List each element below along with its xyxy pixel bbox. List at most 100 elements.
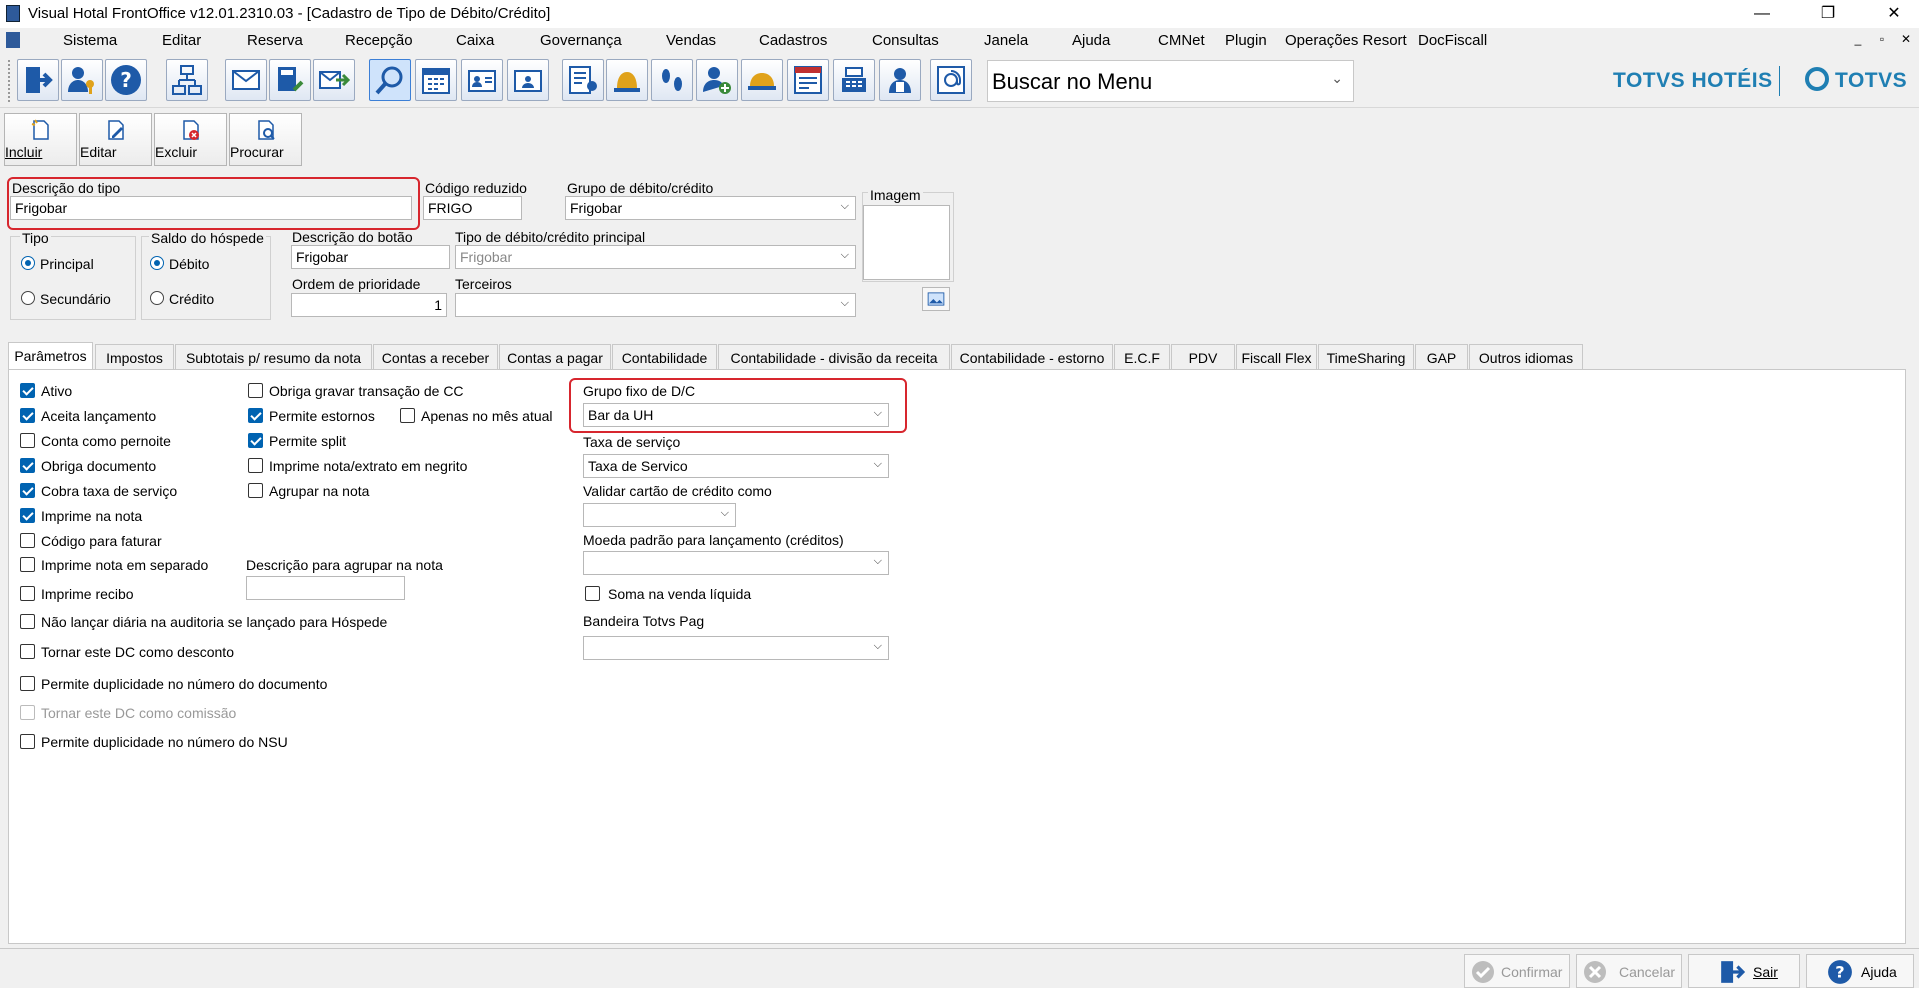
menu-editar[interactable]: Editar (162, 32, 201, 49)
close-button[interactable]: ✕ (1874, 2, 1914, 26)
service-bell-button[interactable] (741, 59, 783, 101)
cancelar-button[interactable]: Cancelar (1576, 954, 1682, 988)
mdi-minimize-button[interactable]: _ (1850, 32, 1866, 48)
obriga-documento-checkbox[interactable] (20, 458, 35, 473)
cobra-taxa-checkbox[interactable] (20, 483, 35, 498)
imprime-nota-checkbox[interactable] (20, 508, 35, 523)
rooms-list-button[interactable] (562, 59, 604, 101)
imprime-recibo-checkbox[interactable] (20, 586, 35, 601)
tab-contabilidade[interactable]: Contabilidade (612, 344, 717, 370)
dc-desconto-checkbox[interactable] (20, 644, 35, 659)
validar-cartao-select[interactable]: ⌵ (583, 503, 736, 527)
menu-plugin[interactable]: Plugin (1225, 32, 1267, 49)
calculator-button[interactable] (269, 59, 311, 101)
menu-search-select[interactable]: Buscar no Menu ⌄ (987, 60, 1354, 102)
bandeira-select[interactable]: ⌵ (583, 636, 889, 660)
tab-parametros[interactable]: Parâmetros (8, 342, 93, 370)
send-mail-button[interactable] (313, 59, 355, 101)
confirmar-button[interactable]: Confirmar (1464, 954, 1570, 988)
help-button[interactable]: ? (105, 59, 147, 101)
tipo-secundario-radio[interactable] (21, 291, 35, 305)
tab-pdv[interactable]: PDV (1171, 344, 1235, 370)
tipo-principal-radio[interactable] (21, 256, 35, 270)
descricao-botao-input[interactable]: Frigobar (291, 245, 450, 269)
imprime-separado-checkbox[interactable] (20, 557, 35, 572)
menu-cmnet[interactable]: CMNet (1158, 32, 1205, 49)
user-key-button[interactable] (61, 59, 103, 101)
soma-venda-checkbox[interactable] (585, 586, 600, 601)
tab-contabilidade-estorno[interactable]: Contabilidade - estorno (951, 344, 1113, 370)
taxa-servico-select[interactable]: Taxa de Servico ⌵ (583, 454, 889, 478)
footprints-button[interactable] (651, 59, 693, 101)
duplicidade-documento-checkbox[interactable] (20, 676, 35, 691)
descricao-agrupar-input[interactable] (246, 576, 405, 600)
imprime-negrito-checkbox[interactable] (248, 458, 263, 473)
restore-button[interactable]: ❐ (1808, 2, 1848, 26)
cash-register-button[interactable] (833, 59, 875, 101)
logout-button[interactable] (17, 59, 59, 101)
tab-timesharing[interactable]: TimeSharing (1318, 344, 1414, 370)
guest-card-button[interactable] (461, 59, 503, 101)
tab-gap[interactable]: GAP (1415, 344, 1468, 370)
tab-fiscall-flex[interactable]: Fiscall Flex (1236, 344, 1317, 370)
nao-lancar-diaria-checkbox[interactable] (20, 614, 35, 629)
tab-contas-receber[interactable]: Contas a receber (373, 344, 498, 370)
invoice-button[interactable] (787, 59, 829, 101)
permite-estornos-checkbox[interactable] (248, 408, 263, 423)
ordem-input[interactable]: 1 (291, 293, 447, 317)
duplicidade-nsu-checkbox[interactable] (20, 734, 35, 749)
obriga-transacao-cc-checkbox[interactable] (248, 383, 263, 398)
ajuda-button[interactable]: ? Ajuda (1806, 954, 1914, 988)
menu-ajuda[interactable]: Ajuda (1072, 32, 1110, 49)
menu-janela[interactable]: Janela (984, 32, 1028, 49)
menu-caixa[interactable]: Caixa (456, 32, 494, 49)
saldo-debito-radio[interactable] (150, 256, 164, 270)
minimize-button[interactable]: — (1742, 2, 1782, 26)
tab-subtotais[interactable]: Subtotais p/ resumo da nota (175, 344, 372, 370)
tab-ecf[interactable]: E.C.F (1114, 344, 1170, 370)
procurar-button[interactable]: Procurar (229, 113, 302, 166)
sair-button[interactable]: Sair (1688, 954, 1800, 988)
mail-button[interactable] (225, 59, 267, 101)
conta-pernoite-checkbox[interactable] (20, 433, 35, 448)
choose-image-button[interactable] (922, 287, 950, 311)
tab-contabilidade-divisao[interactable]: Contabilidade - divisão da receita (718, 344, 950, 370)
menu-recepcao[interactable]: Recepção (345, 32, 413, 49)
bell-button[interactable] (606, 59, 648, 101)
menu-consultas[interactable]: Consultas (872, 32, 939, 49)
permite-split-checkbox[interactable] (248, 433, 263, 448)
menu-governanca[interactable]: Governança (540, 32, 622, 49)
menu-reserva[interactable]: Reserva (247, 32, 303, 49)
tab-contas-pagar[interactable]: Contas a pagar (499, 344, 611, 370)
apenas-mes-atual-checkbox[interactable] (400, 408, 415, 423)
saldo-credito-radio[interactable] (150, 291, 164, 305)
incluir-button[interactable]: Incluir (4, 113, 77, 166)
grupo-select[interactable]: Frigobar ⌵ (565, 196, 856, 220)
add-guest-button[interactable] (696, 59, 738, 101)
editar-button[interactable]: Editar (79, 113, 152, 166)
menu-cadastros[interactable]: Cadastros (759, 32, 827, 49)
id-card-button[interactable] (507, 59, 549, 101)
moeda-select[interactable]: ⌵ (583, 551, 889, 575)
maid-button[interactable] (879, 59, 921, 101)
codigo-faturar-checkbox[interactable] (20, 533, 35, 548)
ativo-checkbox[interactable] (20, 383, 35, 398)
grupo-fixo-select[interactable]: Bar da UH ⌵ (583, 403, 889, 427)
calendar-button[interactable] (415, 59, 457, 101)
codigo-reduzido-input[interactable]: FRIGO (423, 196, 522, 220)
mdi-close-button[interactable]: ✕ (1898, 32, 1914, 48)
tab-outros-idiomas[interactable]: Outros idiomas (1469, 344, 1583, 370)
menu-vendas[interactable]: Vendas (666, 32, 716, 49)
agrupar-nota-checkbox[interactable] (248, 483, 263, 498)
menu-sistema[interactable]: Sistema (63, 32, 117, 49)
tab-impostos[interactable]: Impostos (95, 344, 174, 370)
terceiros-select[interactable]: ⌵ (455, 293, 856, 317)
menu-operacoes-resort[interactable]: Operações Resort (1285, 32, 1407, 49)
org-chart-button[interactable] (166, 59, 208, 101)
menu-docfiscall[interactable]: DocFiscall (1418, 32, 1487, 49)
email-at-button[interactable] (930, 59, 972, 101)
aceita-lancamento-checkbox[interactable] (20, 408, 35, 423)
excluir-button[interactable]: Excluir (154, 113, 227, 166)
mdi-restore-button[interactable]: ▫ (1874, 32, 1890, 48)
search-button[interactable] (369, 59, 411, 101)
